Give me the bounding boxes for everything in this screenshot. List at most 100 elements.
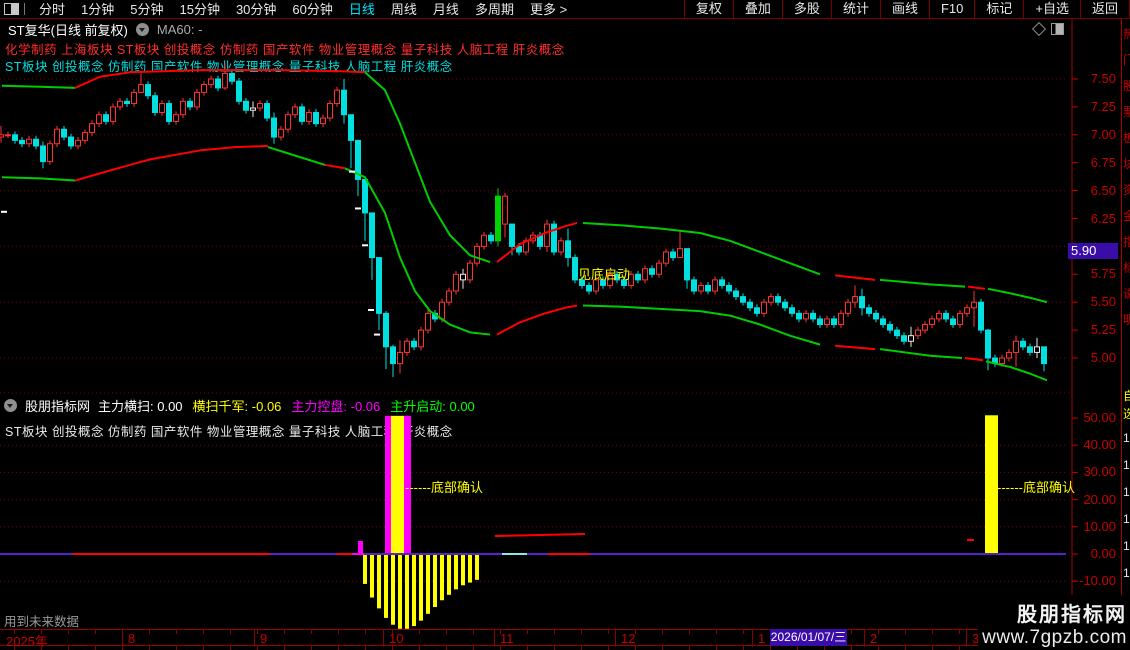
chevron-down-circle-icon[interactable] (135, 23, 149, 36)
period-tab-1分钟[interactable]: 1分钟 (73, 1, 122, 18)
minor-tick (581, 646, 582, 650)
timeline-axis[interactable]: 2025年 8 9 10 11 12 1 2 3 (0, 629, 1072, 649)
month-boundary-tick (864, 630, 865, 647)
axis-label: 5.50 (1090, 294, 1116, 310)
month-boundary-tick (254, 630, 255, 647)
sidebar-tab-char[interactable]: 标 (1123, 262, 1130, 275)
sidebar-tab-char[interactable]: 票 (1123, 106, 1130, 119)
diamond-icon[interactable] (1031, 21, 1047, 37)
minor-tick (689, 646, 690, 650)
sidebar-tab-char[interactable]: 选 (1123, 408, 1130, 421)
sidebar-tab-char[interactable]: 1 (1123, 459, 1130, 472)
toolbar-button-复权[interactable]: 复权 (683, 0, 733, 18)
split-view-icon[interactable] (1051, 23, 1064, 35)
minor-tick (149, 646, 150, 650)
period-tab-15分钟[interactable]: 15分钟 (171, 1, 227, 18)
minor-tick (419, 646, 420, 650)
minor-tick (311, 646, 312, 650)
period-tab-5分钟[interactable]: 5分钟 (122, 1, 171, 18)
minor-tick (41, 630, 42, 634)
split-window-icon[interactable] (4, 3, 19, 15)
minor-tick (68, 630, 69, 634)
minor-tick (230, 646, 231, 650)
axis-label: 30.00 (1083, 464, 1116, 480)
sidebar-tab-char[interactable]: 说 (1123, 288, 1130, 301)
period-tab-月线[interactable]: 月线 (425, 1, 467, 18)
sidebar-tab-char[interactable]: 门 (1123, 54, 1130, 67)
period-tab-多周期[interactable]: 多周期 (467, 1, 522, 18)
period-tab-日线[interactable]: 日线 (341, 1, 383, 18)
indicator-field: 主升启动: 0.00 (390, 399, 475, 414)
toolbar-button-画线[interactable]: 画线 (879, 0, 929, 18)
period-tab-分时[interactable]: 分时 (31, 1, 73, 18)
indicator-values: 主力横扫: 0.00 横扫千军: -0.06 主力控盘: -0.06 主升启动: 0.… (98, 396, 485, 415)
minor-tick (905, 630, 906, 634)
minor-tick (851, 646, 852, 650)
minor-tick (419, 630, 420, 634)
sidebar-tab-char[interactable]: 1 (1123, 513, 1130, 526)
minor-tick (689, 630, 690, 634)
minor-tick (149, 630, 150, 634)
toolbar: 分时 1分钟 5分钟 15分钟 30分钟 60分钟 日线 周线 月线 多周期 更多 > 复权 叠加 多股… (0, 0, 1130, 19)
period-tab-60分钟[interactable]: 60分钟 (284, 1, 340, 18)
sidebar-tab-char[interactable]: 明 (1123, 314, 1130, 327)
sidebar-tab-char[interactable]: 1 (1123, 540, 1130, 553)
minor-tick (527, 630, 528, 634)
candlestick-chart (0, 18, 1130, 650)
minor-tick (311, 630, 312, 634)
trading-app: { "toolbar": { "periods": [ {"label":"分时… (0, 0, 1130, 650)
month-boundary-tick (615, 630, 616, 647)
sidebar-tab-char[interactable]: 1 (1123, 486, 1130, 499)
minor-tick (203, 630, 204, 634)
toolbar-button-+自选[interactable]: +自选 (1023, 0, 1080, 18)
minor-tick (554, 630, 555, 634)
right-sidebar-strip[interactable]: 热门股票板块资金指标说明自选1111111 (1122, 18, 1130, 650)
axis-label: 5.00 (1090, 350, 1116, 365)
month-boundary-tick (494, 630, 495, 647)
toolbar-button-返回[interactable]: 返回 (1079, 0, 1130, 18)
axis-label: 10.00 (1083, 518, 1116, 534)
minor-tick (392, 630, 393, 634)
sidebar-tab-char[interactable]: 板 (1123, 132, 1130, 145)
minor-tick (662, 630, 663, 634)
indicator-field: 横扫千军: -0.06 (192, 399, 282, 414)
minor-tick (770, 646, 771, 650)
sidebar-tab-char[interactable]: 自 (1123, 390, 1130, 403)
watermark-url: www.7gpzb.com (982, 627, 1127, 648)
sidebar-tab-char[interactable]: 股 (1123, 80, 1130, 93)
toolbar-button-多股[interactable]: 多股 (781, 0, 831, 18)
period-tab-30分钟[interactable]: 30分钟 (228, 1, 284, 18)
toolbar-right-buttons: 复权 叠加 多股 统计 画线 F10 标记 +自选 返回 (683, 0, 1130, 18)
timeline-subticks (0, 646, 1072, 650)
minor-tick (932, 630, 933, 634)
minor-tick (716, 630, 717, 634)
toolbar-button-统计[interactable]: 统计 (830, 0, 880, 18)
minor-tick (122, 646, 123, 650)
chevron-down-circle-icon[interactable] (4, 399, 17, 412)
minor-tick (176, 646, 177, 650)
indicator-site-label: 股朋指标网 (25, 399, 91, 414)
minor-tick (257, 630, 258, 634)
minor-tick (365, 630, 366, 634)
sidebar-tab-char[interactable]: 块 (1123, 158, 1130, 171)
toolbar-button-标记[interactable]: 标记 (974, 0, 1023, 18)
sidebar-tab-char[interactable]: 热 (1123, 28, 1130, 41)
sidebar-tab-char[interactable]: 资 (1123, 184, 1130, 197)
sidebar-tab-char[interactable]: 1 (1123, 432, 1130, 445)
toolbar-button-F10[interactable]: F10 (928, 0, 974, 18)
minor-tick (392, 646, 393, 650)
month-label: 1 (758, 631, 766, 646)
sidebar-tab-char[interactable]: 金 (1123, 210, 1130, 223)
axis-label: 5.75 (1090, 266, 1116, 282)
period-tab-更多 >[interactable]: 更多 > (522, 1, 575, 18)
signal-label-dibu-right: ------底部确认 (997, 480, 1075, 495)
chart-title: ST复华(日线 前复权) (8, 23, 128, 38)
minor-tick (14, 646, 15, 650)
axis-label: 0.00 (1090, 546, 1116, 561)
axis-label: 40.00 (1083, 437, 1116, 453)
toolbar-button-叠加[interactable]: 叠加 (732, 0, 782, 18)
period-tab-周线[interactable]: 周线 (383, 1, 425, 18)
minor-tick (365, 646, 366, 650)
sidebar-tab-char[interactable]: 1 (1123, 567, 1130, 580)
sidebar-tab-char[interactable]: 指 (1123, 236, 1130, 249)
